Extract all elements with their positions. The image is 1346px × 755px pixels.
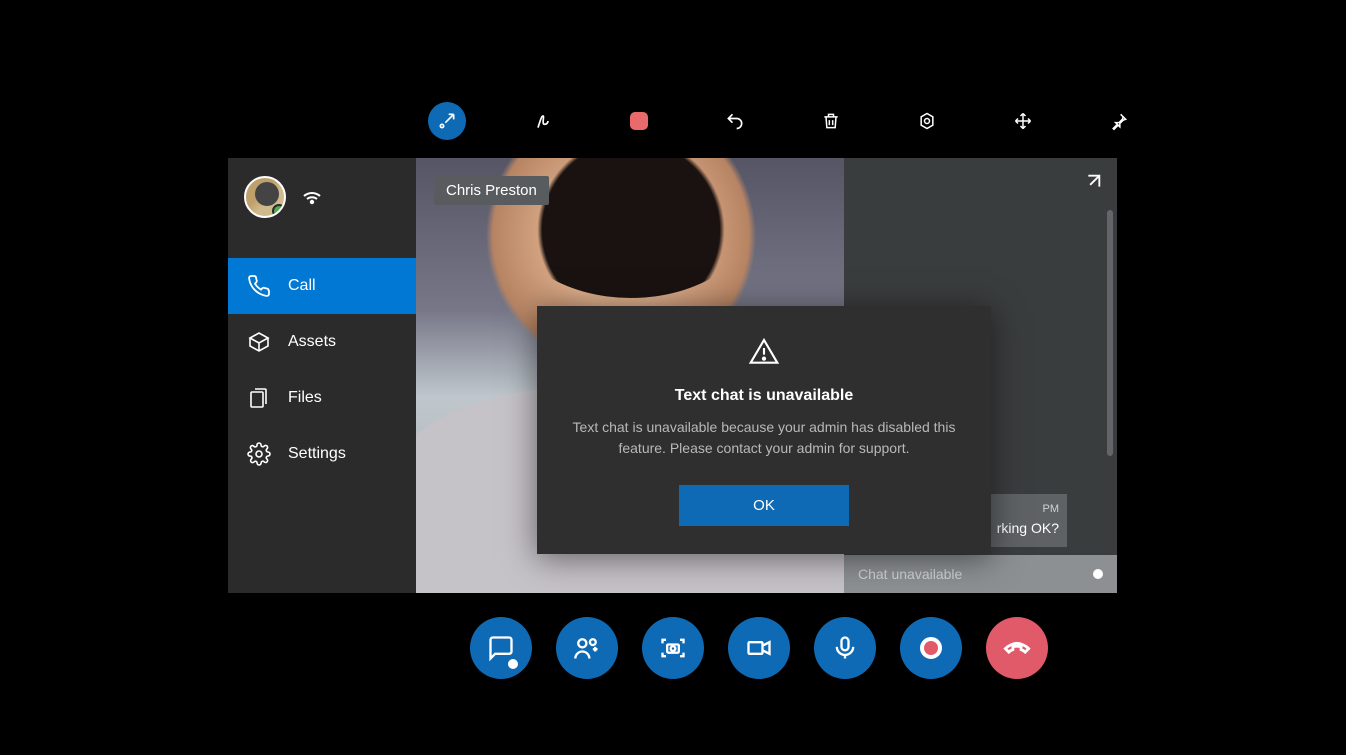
phone-icon xyxy=(246,274,272,298)
participant-name-tag: Chris Preston xyxy=(434,176,549,205)
chat-button[interactable] xyxy=(470,617,532,679)
chat-scrollbar[interactable] xyxy=(1107,210,1113,456)
hangup-button[interactable] xyxy=(986,617,1048,679)
snapshot-button[interactable] xyxy=(642,617,704,679)
box-icon xyxy=(246,330,272,354)
message-text: rking OK? xyxy=(997,519,1059,539)
gear-icon xyxy=(246,442,272,466)
video-toggle-button[interactable] xyxy=(728,617,790,679)
sidebar-item-files[interactable]: Files xyxy=(228,370,416,426)
sidebar-label: Assets xyxy=(288,333,336,351)
notification-dot xyxy=(508,659,518,669)
ink-tool-button[interactable] xyxy=(524,102,562,140)
ok-button[interactable]: OK xyxy=(679,485,849,526)
mic-toggle-button[interactable] xyxy=(814,617,876,679)
popout-icon[interactable] xyxy=(1081,172,1103,199)
sidebar: Call Assets Files Settings xyxy=(228,158,416,593)
network-icon[interactable] xyxy=(300,183,324,212)
add-participant-button[interactable] xyxy=(556,617,618,679)
sidebar-item-call[interactable]: Call xyxy=(228,258,416,314)
warning-icon xyxy=(567,336,961,373)
chat-message: PM rking OK? xyxy=(989,494,1067,547)
chat-input[interactable]: Chat unavailable xyxy=(844,555,1117,593)
collapse-toolbar-button[interactable] xyxy=(428,102,466,140)
chat-placeholder: Chat unavailable xyxy=(858,566,962,582)
send-icon[interactable] xyxy=(1093,569,1103,579)
sidebar-item-settings[interactable]: Settings xyxy=(228,426,416,482)
dialog-body: Text chat is unavailable because your ad… xyxy=(567,417,961,459)
delete-button[interactable] xyxy=(812,102,850,140)
record-indicator[interactable] xyxy=(620,102,658,140)
presence-indicator xyxy=(272,204,286,218)
record-inner-icon xyxy=(920,637,942,659)
annotation-toolbar xyxy=(428,102,1138,140)
record-button[interactable] xyxy=(900,617,962,679)
undo-button[interactable] xyxy=(716,102,754,140)
sidebar-label: Settings xyxy=(288,445,346,463)
avatar[interactable] xyxy=(244,176,286,218)
pin-button[interactable] xyxy=(1100,102,1138,140)
move-button[interactable] xyxy=(1004,102,1042,140)
message-time: PM xyxy=(997,502,1059,517)
sidebar-label: Files xyxy=(288,389,322,407)
sidebar-label: Call xyxy=(288,277,316,295)
unavailable-dialog: Text chat is unavailable Text chat is un… xyxy=(537,306,991,554)
dialog-title: Text chat is unavailable xyxy=(567,387,961,405)
sidebar-item-assets[interactable]: Assets xyxy=(228,314,416,370)
target-button[interactable] xyxy=(908,102,946,140)
call-controls xyxy=(470,617,1048,679)
files-icon xyxy=(246,386,272,410)
